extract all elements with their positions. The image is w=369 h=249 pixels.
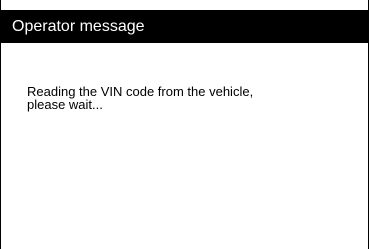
operator-message-text: Reading the VIN code from the vehicle, p… [27,84,254,112]
dialog-title: Operator message [12,18,145,35]
operator-message-dialog: Operator message Reading the VIN code fr… [0,0,369,249]
dialog-title-bar: Operator message [1,10,368,43]
